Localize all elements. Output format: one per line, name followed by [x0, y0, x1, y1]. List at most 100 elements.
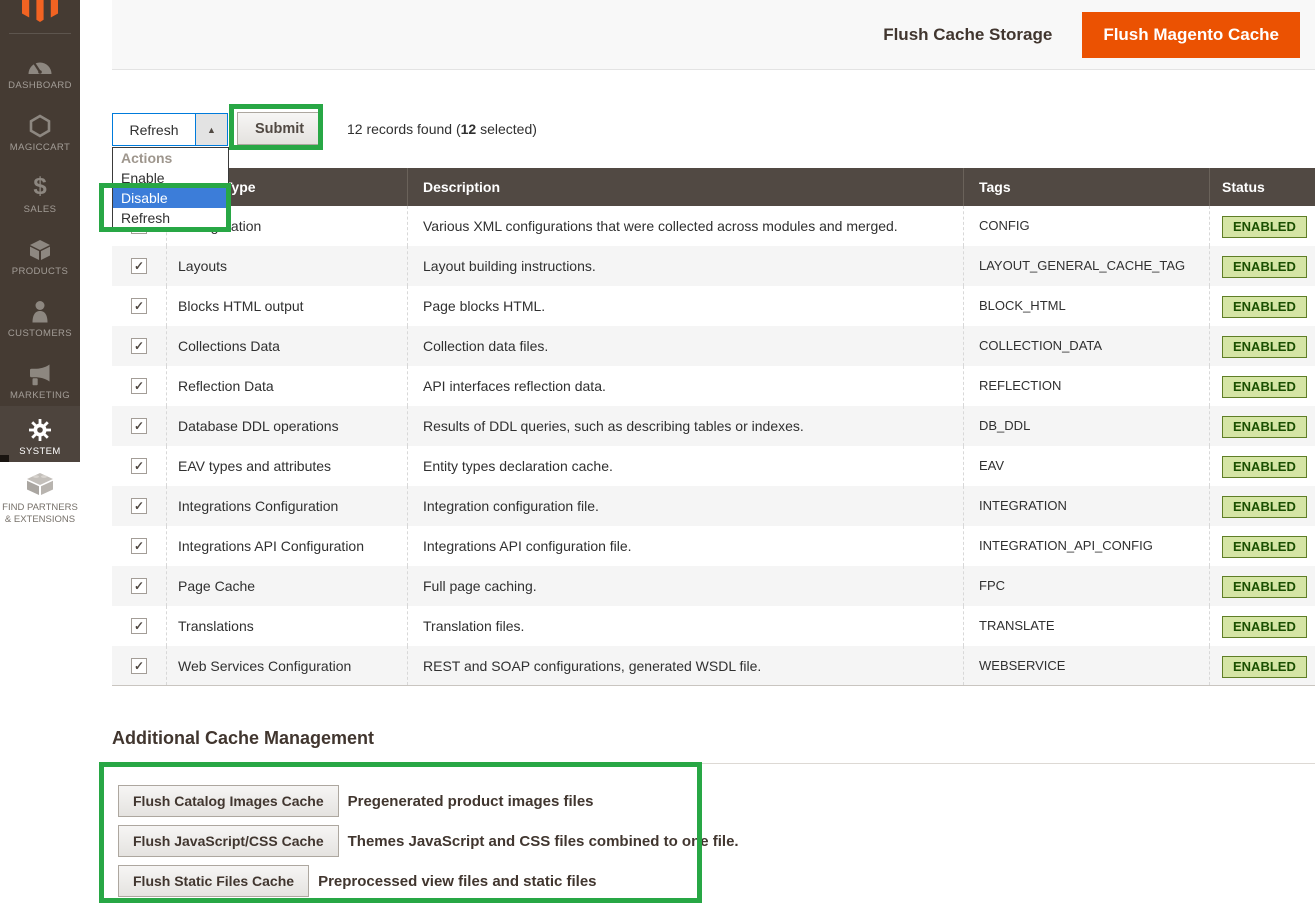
cache-tags: BLOCK_HTML: [963, 286, 1209, 326]
cache-tags: EAV: [963, 446, 1209, 486]
header-description: Description: [407, 168, 963, 206]
sidebar-item-find-partners[interactable]: FIND PARTNERS & EXTENSIONS: [0, 470, 80, 526]
additional-action-row: Flush Static Files Cache Preprocessed vi…: [118, 865, 597, 897]
status-badge: ENABLED: [1222, 576, 1307, 598]
row-checkbox[interactable]: ✓: [131, 298, 147, 314]
table-row: ✓ Collections Data Collection data files…: [112, 326, 1315, 366]
cache-table: Cache Type Description Tags Status ✓ Con…: [112, 168, 1315, 686]
sidebar-item-label: MAGICCART: [0, 142, 80, 153]
cache-description: Entity types declaration cache.: [407, 446, 963, 486]
mass-action-select[interactable]: Refresh ▲: [112, 113, 228, 146]
cache-type: Web Services Configuration: [166, 646, 407, 685]
cache-description: REST and SOAP configurations, generated …: [407, 646, 963, 685]
cache-type: Collections Data: [166, 326, 407, 366]
magento-logo[interactable]: [22, 0, 58, 22]
sidebar-item-products[interactable]: PRODUCTS: [0, 236, 80, 277]
dashboard-gauge-icon: [0, 50, 80, 76]
header-tags: Tags: [963, 168, 1209, 206]
cache-tags: TRANSLATE: [963, 606, 1209, 646]
action-description: Pregenerated product images files: [348, 793, 594, 810]
table-row: ✓ EAV types and attributes Entity types …: [112, 446, 1315, 486]
partners-label-line2: & EXTENSIONS: [0, 514, 80, 526]
flush-magento-cache-button[interactable]: Flush Magento Cache: [1082, 12, 1300, 58]
row-checkbox[interactable]: ✓: [131, 338, 147, 354]
cache-description: Layout building instructions.: [407, 246, 963, 286]
flush-static-files-cache-button[interactable]: Flush Static Files Cache: [118, 865, 309, 897]
cache-type: Page Cache: [166, 566, 407, 606]
sidebar-item-magiccart[interactable]: MAGICCART: [0, 112, 80, 153]
table-row: ✓ Configuration Various XML configuratio…: [112, 206, 1315, 246]
cache-description: Translation files.: [407, 606, 963, 646]
cache-type: Database DDL operations: [166, 406, 407, 446]
row-checkbox[interactable]: ✓: [131, 498, 147, 514]
cache-tags: FPC: [963, 566, 1209, 606]
additional-action-row: Flush Catalog Images Cache Pregenerated …: [118, 785, 594, 817]
records-count-prefix: 12 records found (: [347, 121, 461, 137]
additional-action-row: Flush JavaScript/CSS Cache Themes JavaSc…: [118, 825, 739, 857]
sidebar-item-sales[interactable]: $ SALES: [0, 174, 80, 215]
flush-cache-storage-button[interactable]: Flush Cache Storage: [883, 25, 1052, 45]
sidebar-item-marketing[interactable]: MARKETING: [0, 360, 80, 401]
cache-tags: INTEGRATION_API_CONFIG: [963, 526, 1209, 566]
row-checkbox[interactable]: ✓: [131, 618, 147, 634]
cache-tags: CONFIG: [963, 206, 1209, 246]
partners-label-line1: FIND PARTNERS: [0, 502, 80, 514]
table-row: ✓ Web Services Configuration REST and SO…: [112, 646, 1315, 686]
row-checkbox[interactable]: ✓: [131, 418, 147, 434]
table-row: ✓ Blocks HTML output Page blocks HTML. B…: [112, 286, 1315, 326]
table-row: ✓ Database DDL operations Results of DDL…: [112, 406, 1315, 446]
table-row: ✓ Translations Translation files. TRANSL…: [112, 606, 1315, 646]
active-item-notch: [0, 455, 9, 462]
cache-description: API interfaces reflection data.: [407, 366, 963, 406]
table-row: ✓ Reflection Data API interfaces reflect…: [112, 366, 1315, 406]
sidebar-item-system[interactable]: SYSTEM: [0, 406, 80, 462]
row-checkbox[interactable]: ✓: [131, 658, 147, 674]
cache-tags: REFLECTION: [963, 366, 1209, 406]
table-row: ✓ Layouts Layout building instructions. …: [112, 246, 1315, 286]
row-checkbox[interactable]: ✓: [131, 378, 147, 394]
status-badge: ENABLED: [1222, 616, 1307, 638]
row-checkbox[interactable]: ✓: [131, 458, 147, 474]
status-badge: ENABLED: [1222, 656, 1307, 678]
status-badge: ENABLED: [1222, 256, 1307, 278]
megaphone-icon: [0, 360, 80, 386]
status-badge: ENABLED: [1222, 296, 1307, 318]
cache-type: Layouts: [166, 246, 407, 286]
status-badge: ENABLED: [1222, 456, 1307, 478]
hexagon-icon: [0, 112, 80, 138]
row-checkbox[interactable]: ✓: [131, 538, 147, 554]
cache-type: Translations: [166, 606, 407, 646]
table-row: ✓ Page Cache Full page caching. FPC ENAB…: [112, 566, 1315, 606]
brick-icon: [0, 470, 80, 496]
records-selected-count: 12: [461, 121, 477, 137]
records-count: 12 records found (12 selected): [347, 113, 537, 146]
flush-javascript-css-cache-button[interactable]: Flush JavaScript/CSS Cache: [118, 825, 339, 857]
sidebar-item-label: SALES: [0, 204, 80, 215]
submit-button[interactable]: Submit: [237, 112, 322, 145]
sidebar-divider: [9, 33, 71, 34]
status-badge: ENABLED: [1222, 416, 1307, 438]
sidebar-item-dashboard[interactable]: DASHBOARD: [0, 50, 80, 91]
cache-tags: COLLECTION_DATA: [963, 326, 1209, 366]
gear-icon: [0, 416, 80, 442]
records-count-suffix: selected): [476, 121, 537, 137]
sidebar-item-customers[interactable]: CUSTOMERS: [0, 298, 80, 339]
cache-tags: DB_DDL: [963, 406, 1209, 446]
flush-catalog-images-cache-button[interactable]: Flush Catalog Images Cache: [118, 785, 339, 817]
chevron-up-icon[interactable]: ▲: [195, 114, 227, 145]
sidebar-item-label: SYSTEM: [0, 446, 80, 457]
header-status: Status: [1209, 168, 1315, 206]
cache-description: Full page caching.: [407, 566, 963, 606]
dropdown-option-enable[interactable]: Enable: [113, 168, 228, 188]
status-badge: ENABLED: [1222, 536, 1307, 558]
cache-type: EAV types and attributes: [166, 446, 407, 486]
mass-action-dropdown: Actions Enable Disable Refresh: [112, 147, 229, 229]
cache-description: Integrations API configuration file.: [407, 526, 963, 566]
row-checkbox[interactable]: ✓: [131, 258, 147, 274]
cache-type: Integrations API Configuration: [166, 526, 407, 566]
dropdown-option-refresh[interactable]: Refresh: [113, 208, 228, 228]
dropdown-group-actions: Actions: [113, 148, 228, 168]
mass-action-selected-value: Refresh: [113, 114, 195, 145]
row-checkbox[interactable]: ✓: [131, 578, 147, 594]
dropdown-option-disable[interactable]: Disable: [113, 188, 228, 208]
